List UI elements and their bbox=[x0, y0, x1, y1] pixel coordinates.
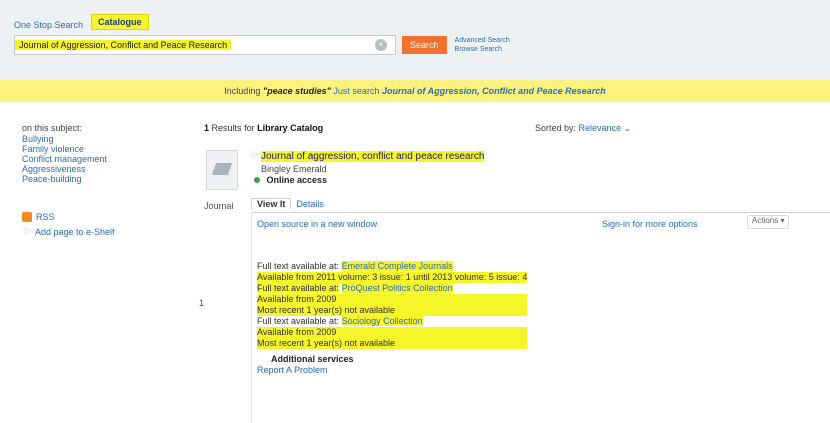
view-it-panel: Open source in a new window Sign-in for … bbox=[251, 212, 830, 423]
additional-services-heading: Additional services bbox=[271, 354, 354, 364]
tab-catalogue[interactable]: Catalogue bbox=[91, 14, 149, 30]
add-shelf-link[interactable]: Add page to e-Shelf bbox=[35, 227, 115, 237]
results-for: for bbox=[244, 123, 255, 133]
tab-one-stop-search[interactable]: One Stop Search bbox=[14, 20, 83, 30]
record-number: 1 bbox=[199, 298, 205, 308]
signin-link[interactable]: Sign-in for more options bbox=[602, 219, 698, 229]
tab-details[interactable]: Details bbox=[291, 199, 329, 209]
sidebar-item-aggressiveness[interactable]: Aggressiveness bbox=[22, 164, 192, 174]
sidebar: on this subject: Bullying Family violenc… bbox=[22, 123, 192, 237]
search-input[interactable]: Journal of Aggression, Conflict and Peac… bbox=[14, 35, 396, 55]
sidebar-item-bullying[interactable]: Bullying bbox=[22, 134, 192, 144]
holding-line-3: Full text available at: ProQuest Politic… bbox=[257, 283, 453, 293]
search-header: One Stop Search Catalogue Journal of Agg… bbox=[0, 0, 830, 81]
holding-line-4: Available from 2009 bbox=[257, 294, 528, 305]
clear-icon[interactable]: × bbox=[375, 39, 387, 51]
chevron-down-icon[interactable]: ⌄ bbox=[624, 123, 632, 133]
star-icon: ☆ bbox=[22, 226, 31, 237]
holding-source-link[interactable]: ProQuest Politics Collection bbox=[341, 283, 453, 293]
rss-icon bbox=[22, 212, 32, 222]
sidebar-item-peace-building[interactable]: Peace-building bbox=[22, 174, 192, 184]
record-tabs: View It Details bbox=[251, 198, 329, 209]
holding-line-7: Available from 2009 bbox=[257, 327, 528, 338]
search-row: Journal of Aggression, Conflict and Peac… bbox=[14, 35, 510, 55]
journal-thumbnail bbox=[206, 150, 238, 190]
availability-text: Online access bbox=[266, 175, 328, 185]
holding-line-6: Full text available at: Sociology Collec… bbox=[257, 316, 423, 326]
rss-link[interactable]: RSS bbox=[36, 212, 55, 222]
banner-prefix: Including bbox=[224, 86, 261, 96]
record-title[interactable]: Journal of aggression, conflict and peac… bbox=[261, 151, 485, 162]
record-author: Bingley Emerald bbox=[261, 164, 327, 174]
holding-line-5: Most recent 1 year(s) not available bbox=[257, 305, 528, 316]
sidebar-item-conflict-management[interactable]: Conflict management bbox=[22, 154, 192, 164]
search-button[interactable]: Search bbox=[402, 36, 447, 54]
sort-value[interactable]: Relevance bbox=[579, 123, 622, 133]
search-query[interactable]: Journal of Aggression, Conflict and Peac… bbox=[15, 40, 232, 50]
report-problem-link[interactable]: Report A Problem bbox=[257, 365, 527, 376]
online-status-icon bbox=[254, 177, 260, 183]
add-shelf-row[interactable]: ☆ Add page to e-Shelf bbox=[22, 226, 192, 237]
rss-row[interactable]: RSS bbox=[22, 212, 192, 222]
including-banner: Including "peace studies" Just search Jo… bbox=[0, 80, 830, 102]
sort-label: Sorted by: bbox=[535, 123, 577, 133]
doc-type: Journal bbox=[204, 201, 234, 211]
results-count-label: Results bbox=[211, 123, 242, 133]
results-catalog: Library Catalog bbox=[257, 123, 324, 133]
advanced-search-link[interactable]: Advanced Search bbox=[455, 36, 510, 45]
holding-source-link[interactable]: Emerald Complete Journals bbox=[341, 261, 453, 271]
holding-line-2: Available from 2011 volume: 3 issue: 1 u… bbox=[257, 272, 528, 283]
holding-line-8: Most recent 1 year(s) not available bbox=[257, 338, 528, 349]
browse-search-link[interactable]: Browse Search bbox=[455, 45, 510, 54]
book-icon bbox=[211, 163, 233, 175]
results-summary: 1 Results for Library Catalog bbox=[204, 123, 323, 133]
holdings-list: Full text available at: Emerald Complete… bbox=[257, 261, 528, 376]
actions-menu[interactable]: Actions ▾ bbox=[747, 215, 790, 229]
holding-source-link[interactable]: Sociology Collection bbox=[341, 316, 423, 326]
sort-control[interactable]: Sorted by: Relevance ⌄ bbox=[535, 123, 631, 134]
sidebar-item-family-violence[interactable]: Family violence bbox=[22, 144, 192, 154]
star-icon[interactable]: ☆ bbox=[249, 150, 258, 161]
sidebar-heading: on this subject: bbox=[22, 123, 83, 133]
chevron-down-icon: ▾ bbox=[778, 216, 785, 225]
open-source-link[interactable]: Open source in a new window bbox=[257, 219, 377, 229]
holding-line-1: Full text available at: Emerald Complete… bbox=[257, 261, 453, 271]
availability-status: Online access bbox=[254, 175, 327, 185]
tab-view-it[interactable]: View It bbox=[251, 198, 292, 209]
banner-title[interactable]: Journal of Aggression, Conflict and Peac… bbox=[382, 86, 606, 96]
advanced-links: Advanced Search Browse Search bbox=[455, 36, 510, 54]
results-count: 1 bbox=[204, 123, 210, 133]
just-search-link[interactable]: Just search bbox=[333, 86, 379, 96]
banner-term: "peace studies" bbox=[262, 86, 331, 96]
search-tabs: One Stop Search Catalogue bbox=[14, 14, 149, 30]
actions-label[interactable]: Actions bbox=[752, 216, 778, 225]
